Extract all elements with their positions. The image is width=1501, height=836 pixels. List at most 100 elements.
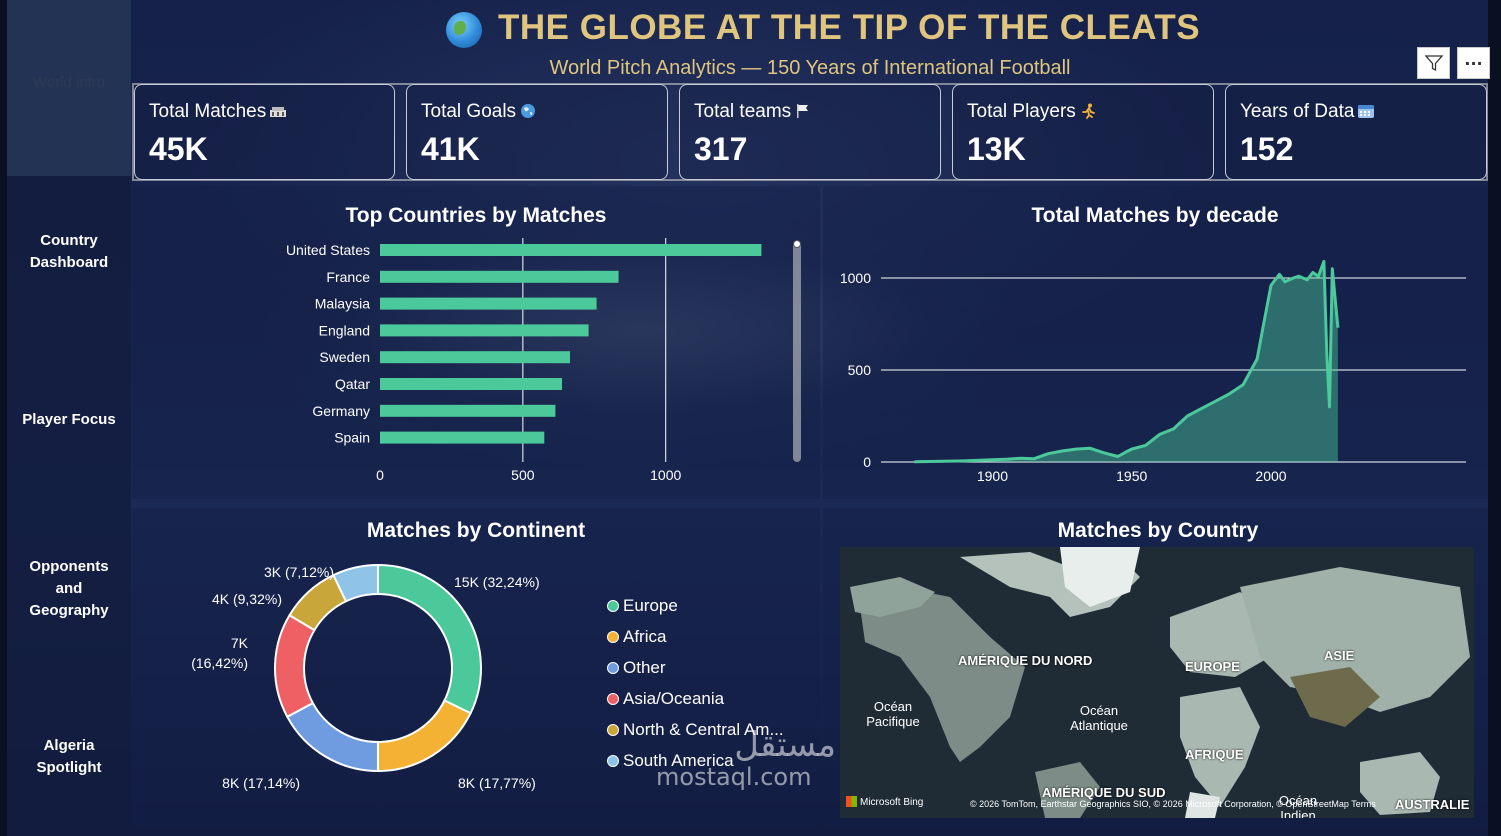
nav-item-country-dashboard[interactable]: Country Dashboard bbox=[7, 230, 131, 274]
top-countries-bar-chart[interactable]: United States France Malaysia England Sweden… bbox=[132, 230, 820, 500]
legend-label: Asia/Oceania bbox=[623, 689, 725, 708]
kpi-card-total-matches: Total Matches 45K bbox=[134, 84, 395, 180]
watermark-latin: mostaql.com bbox=[656, 763, 812, 791]
microsoft-logo-icon bbox=[846, 796, 857, 807]
runner-icon bbox=[1081, 103, 1095, 119]
bar-category-label: Germany bbox=[312, 403, 370, 419]
kpi-label-text: Total teams bbox=[694, 101, 792, 122]
legend-item-europe[interactable]: Europe bbox=[607, 596, 678, 616]
bing-text: Microsoft Bing bbox=[860, 797, 924, 808]
page-title: THE GLOBE AT THE TIP OF THE CLEATS bbox=[498, 8, 1201, 47]
bar bbox=[380, 404, 556, 417]
bar bbox=[380, 378, 562, 390]
bar-scroll-handle bbox=[793, 240, 801, 248]
legend-label: Other bbox=[623, 658, 666, 677]
kpi-label: Years of Data bbox=[1240, 101, 1375, 123]
area-fill bbox=[914, 261, 1338, 462]
kpi-label-text: Total Matches bbox=[149, 101, 267, 122]
nav-item-player-focus[interactable]: Player Focus bbox=[7, 409, 131, 431]
kpi-card-total-players: Total Players 13K bbox=[952, 84, 1214, 180]
watermark-arabic: مستقل bbox=[734, 725, 836, 765]
filter-button[interactable] bbox=[1417, 47, 1450, 79]
bar bbox=[380, 244, 762, 256]
nav-label: Algeria Spotlight bbox=[36, 737, 102, 776]
kpi-card-total-goals: Total Goals 41K bbox=[406, 84, 668, 180]
donut-data-label: 4K (9,32%) bbox=[212, 591, 282, 607]
bing-logo: Microsoft Bing bbox=[846, 796, 923, 808]
kpi-value: 317 bbox=[694, 131, 748, 167]
donut-slice bbox=[285, 701, 379, 773]
kpi-card-total-teams: Total teams 317 bbox=[679, 84, 941, 180]
donut-slice bbox=[376, 699, 472, 773]
kpi-label: Total teams bbox=[694, 101, 812, 123]
flag-icon bbox=[797, 104, 809, 118]
donut-chart-title: Matches by Continent bbox=[366, 519, 586, 542]
area-x-tick-label: 1950 bbox=[1116, 468, 1147, 484]
kpi-label: Total Players bbox=[967, 101, 1097, 123]
globe-icon bbox=[521, 104, 536, 118]
bar-category-label: Spain bbox=[334, 430, 370, 446]
stadium-icon bbox=[270, 107, 287, 117]
bar-category-label: England bbox=[319, 322, 370, 338]
more-options-button[interactable]: ··· bbox=[1457, 47, 1490, 79]
donut-slice bbox=[274, 613, 316, 719]
legend-dot bbox=[607, 693, 619, 705]
kpi-value: 41K bbox=[421, 131, 480, 167]
map-ocean-atlantic: Océan Atlantique bbox=[1070, 703, 1128, 733]
map-label-australia: AUSTRALIE bbox=[1395, 797, 1470, 812]
nav-label: Country Dashboard bbox=[29, 232, 109, 271]
bar-x-tick-label: 0 bbox=[376, 467, 384, 483]
map-label-europe: EUROPE bbox=[1185, 659, 1240, 674]
kpi-value: 152 bbox=[1240, 131, 1294, 167]
bar-scrollbar bbox=[793, 242, 801, 462]
legend-label: Europe bbox=[623, 596, 678, 615]
bar bbox=[380, 270, 619, 283]
bar-category-label: France bbox=[326, 269, 370, 285]
kpi-label-text: Total Players bbox=[967, 101, 1076, 122]
world-map-shapes bbox=[850, 547, 1470, 818]
map-ocean-pacific: Océan Pacifique bbox=[866, 699, 920, 729]
map-label-north-america: AMÉRIQUE DU NORD bbox=[958, 653, 1093, 668]
country-map[interactable]: AMÉRIQUE DU NORD EUROPE ASIE AFRIQUE AMÉ… bbox=[840, 547, 1474, 818]
matches-by-decade-area-chart[interactable]: 0 500 1000 1900 1950 2000 bbox=[823, 230, 1488, 500]
bar-x-tick-label: 1000 bbox=[650, 467, 681, 483]
map-label-south-america: AMÉRIQUE DU SUD bbox=[1042, 785, 1166, 800]
bar bbox=[380, 297, 597, 310]
kpi-label: Total Matches bbox=[149, 101, 287, 123]
donut-data-label: 8K (17,77%) bbox=[458, 775, 536, 791]
map-attribution[interactable]: © 2026 TomTom, Earthstar Geographics SIO… bbox=[970, 799, 1376, 809]
area-y-tick-label: 0 bbox=[863, 454, 871, 470]
map-label-africa: AFRIQUE bbox=[1185, 747, 1244, 762]
area-x-tick-label: 2000 bbox=[1255, 468, 1286, 484]
map-title: Matches by Country bbox=[1057, 519, 1259, 542]
legend-dot bbox=[607, 724, 619, 736]
donut-data-label: 7K bbox=[231, 635, 249, 651]
bar bbox=[380, 431, 545, 444]
legend-item-asia-oceania[interactable]: Asia/Oceania bbox=[607, 689, 724, 709]
bar-category-label: Qatar bbox=[335, 376, 370, 392]
globe-icon bbox=[446, 12, 482, 48]
kpi-label-text: Total Goals bbox=[421, 101, 517, 122]
window-edge-right bbox=[1488, 0, 1501, 836]
legend-dot bbox=[607, 755, 619, 767]
donut-data-label: 3K (7,12%) bbox=[264, 564, 334, 580]
donut-data-label: 15K (32,24%) bbox=[454, 574, 540, 590]
map-label-asia: ASIE bbox=[1324, 648, 1355, 663]
continent-donut-chart[interactable]: 15K (32,24%) 8K (17,77%) 8K (17,14%) 7K (16,… bbox=[132, 545, 602, 828]
donut-data-label: 8K (17,14%) bbox=[222, 775, 300, 791]
legend-item-africa[interactable]: Africa bbox=[607, 627, 666, 647]
area-y-tick-label: 500 bbox=[848, 362, 872, 378]
bar-x-tick-label: 500 bbox=[511, 467, 535, 483]
area-x-tick-label: 1900 bbox=[977, 468, 1008, 484]
legend-dot bbox=[607, 600, 619, 612]
bar-category-label: United States bbox=[286, 242, 370, 258]
kpi-label: Total Goals bbox=[421, 101, 537, 123]
nav-item-algeria-spotlight[interactable]: Algeria Spotlight bbox=[7, 735, 131, 779]
bar-category-label: Sweden bbox=[319, 349, 370, 365]
legend-item-other[interactable]: Other bbox=[607, 658, 666, 678]
bar-chart-title: Top Countries by Matches bbox=[345, 204, 607, 227]
mostaql-watermark: مستقل mostaql.com bbox=[656, 728, 836, 792]
nav-label: World intro bbox=[32, 74, 106, 91]
nav-item-opponents-geography[interactable]: Opponents and Geography bbox=[7, 556, 131, 622]
nav-item-world-intro[interactable]: World intro bbox=[7, 0, 131, 176]
